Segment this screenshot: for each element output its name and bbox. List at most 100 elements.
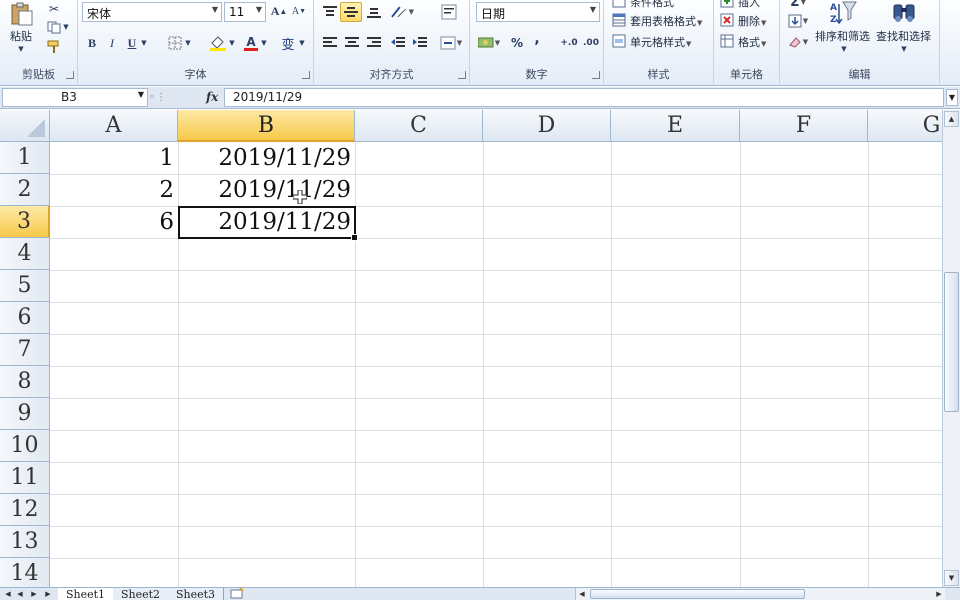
row-header-13[interactable]: 13 [0,526,50,558]
increase-indent-icon[interactable] [410,33,430,53]
autosum-button[interactable]: Σ ▼ [786,0,810,10]
insert-button[interactable]: 插入 [738,0,760,10]
phonetic-button[interactable]: 变 [278,34,298,53]
row-header-12[interactable]: 12 [0,494,50,526]
row-header-3[interactable]: 3 [0,206,50,238]
delete-button[interactable]: 删除▼ [738,13,766,29]
number-launcher-icon[interactable] [592,71,600,79]
column-header-f[interactable]: F [740,110,868,142]
paste-button[interactable]: 粘贴 [10,28,32,44]
align-center-icon[interactable] [342,33,362,53]
vertical-scroll-thumb[interactable] [944,272,959,412]
decrease-indent-icon[interactable] [388,33,408,53]
sheet-tab-1[interactable]: Sheet1 [58,588,115,600]
horizontal-scrollbar[interactable]: ◀ ▶ [575,588,945,600]
vertical-scrollbar[interactable]: ▲ ▼ [942,110,960,587]
first-sheet-icon[interactable]: ◀ [2,588,14,600]
percent-button[interactable]: % [508,34,526,52]
alignment-launcher-icon[interactable] [458,71,466,79]
align-right-icon[interactable] [364,33,384,53]
align-bottom-icon[interactable] [364,2,384,22]
row-header-7[interactable]: 7 [0,334,50,366]
cell-b2[interactable]: 2019/11/29 [178,174,355,206]
chevron-down-icon[interactable]: ▼ [228,36,236,50]
font-name-dropdown[interactable]: 宋体 ▼ [82,2,222,22]
paste-icon[interactable] [8,2,36,26]
delete-icon[interactable] [720,13,734,27]
align-left-icon[interactable] [320,33,340,53]
find-select-icon[interactable] [890,0,918,26]
font-launcher-icon[interactable] [302,71,310,79]
cell-styles-icon[interactable] [612,34,626,48]
prev-sheet-icon[interactable]: ◀ [14,588,26,600]
cell-styles-button[interactable]: 单元格样式▼ [630,34,691,50]
fill-color-icon[interactable] [208,34,228,52]
scroll-right-icon[interactable]: ▶ [933,588,945,600]
cut-icon[interactable]: ✂ [46,2,62,16]
format-button[interactable]: 格式▼ [738,34,766,50]
row-header-8[interactable]: 8 [0,366,50,398]
shrink-font-button[interactable]: A ▼ [290,2,308,20]
chevron-down-icon[interactable]: ▼ [900,44,908,54]
align-middle-icon[interactable] [340,2,362,22]
currency-icon[interactable]: ▼ [476,34,502,52]
select-all-button[interactable] [0,110,50,142]
cell-a2[interactable]: 2 [50,174,178,206]
find-select-button[interactable]: 查找和选择 [876,28,931,44]
clear-icon[interactable]: ▼ [786,34,810,50]
sheet-tab-2[interactable]: Sheet2 [113,588,170,600]
row-header-9[interactable]: 9 [0,398,50,430]
cell-a3[interactable]: 6 [50,206,178,238]
grow-font-button[interactable]: A ▲ [270,2,288,20]
sheet-tab-3[interactable]: Sheet3 [168,588,225,600]
row-header-5[interactable]: 5 [0,270,50,302]
clipboard-launcher-icon[interactable] [66,71,74,79]
scroll-left-icon[interactable]: ◀ [576,588,588,600]
insert-icon[interactable] [720,0,734,8]
conditional-format-icon[interactable] [612,0,626,8]
row-header-14[interactable]: 14 [0,558,50,587]
insert-function-button[interactable]: fx [206,90,218,104]
copy-icon[interactable] [46,20,62,34]
decrease-decimal-button[interactable]: .00 [580,34,602,52]
chevron-down-icon[interactable]: ▼ [184,36,192,50]
table-format-button[interactable]: 套用表格格式▼ [630,13,702,29]
format-icon[interactable] [720,34,734,48]
border-icon[interactable] [166,34,184,52]
scroll-up-icon[interactable]: ▲ [944,111,959,127]
cell-a1[interactable]: 1 [50,142,178,174]
bold-button[interactable]: B [84,34,100,52]
chevron-down-icon[interactable]: ▼ [298,36,306,50]
active-cell-border[interactable] [178,206,358,241]
sort-filter-icon[interactable]: AZ [828,0,858,26]
chevron-down-icon[interactable]: ▼ [140,36,148,50]
align-top-icon[interactable] [320,2,340,22]
insert-sheet-icon[interactable] [228,587,246,600]
increase-decimal-button[interactable]: +.0 [558,34,580,52]
paste-dropdown-icon[interactable]: ▼ [16,44,26,54]
fill-icon[interactable]: ▼ [786,13,810,29]
table-format-icon[interactable] [612,13,626,27]
chevron-down-icon[interactable]: ▼ [260,36,268,50]
comma-button[interactable]: , [530,30,544,48]
row-header-1[interactable]: 1 [0,142,50,174]
next-sheet-icon[interactable]: ▶ [28,588,40,600]
merge-center-icon[interactable]: ▼ [438,33,464,53]
scroll-down-icon[interactable]: ▼ [944,570,959,586]
font-color-button[interactable]: A [242,34,260,52]
expand-formula-bar-icon[interactable]: ▼ [946,89,958,106]
font-size-dropdown[interactable]: 11 ▼ [224,2,266,22]
row-header-4[interactable]: 4 [0,238,50,270]
column-header-b[interactable]: B [178,110,355,142]
formula-input[interactable]: 2019/11/29 [224,88,944,107]
cell-b1[interactable]: 2019/11/29 [178,142,355,174]
format-painter-icon[interactable] [46,40,62,54]
column-header-e[interactable]: E [611,110,740,142]
column-header-a[interactable]: A [50,110,178,142]
column-header-d[interactable]: D [483,110,611,142]
row-header-6[interactable]: 6 [0,302,50,334]
horizontal-scroll-thumb[interactable] [590,589,805,599]
row-header-11[interactable]: 11 [0,462,50,494]
conditional-format-button[interactable]: 条件格式 [630,0,674,10]
number-format-dropdown[interactable]: 日期 ▼ [476,2,600,22]
